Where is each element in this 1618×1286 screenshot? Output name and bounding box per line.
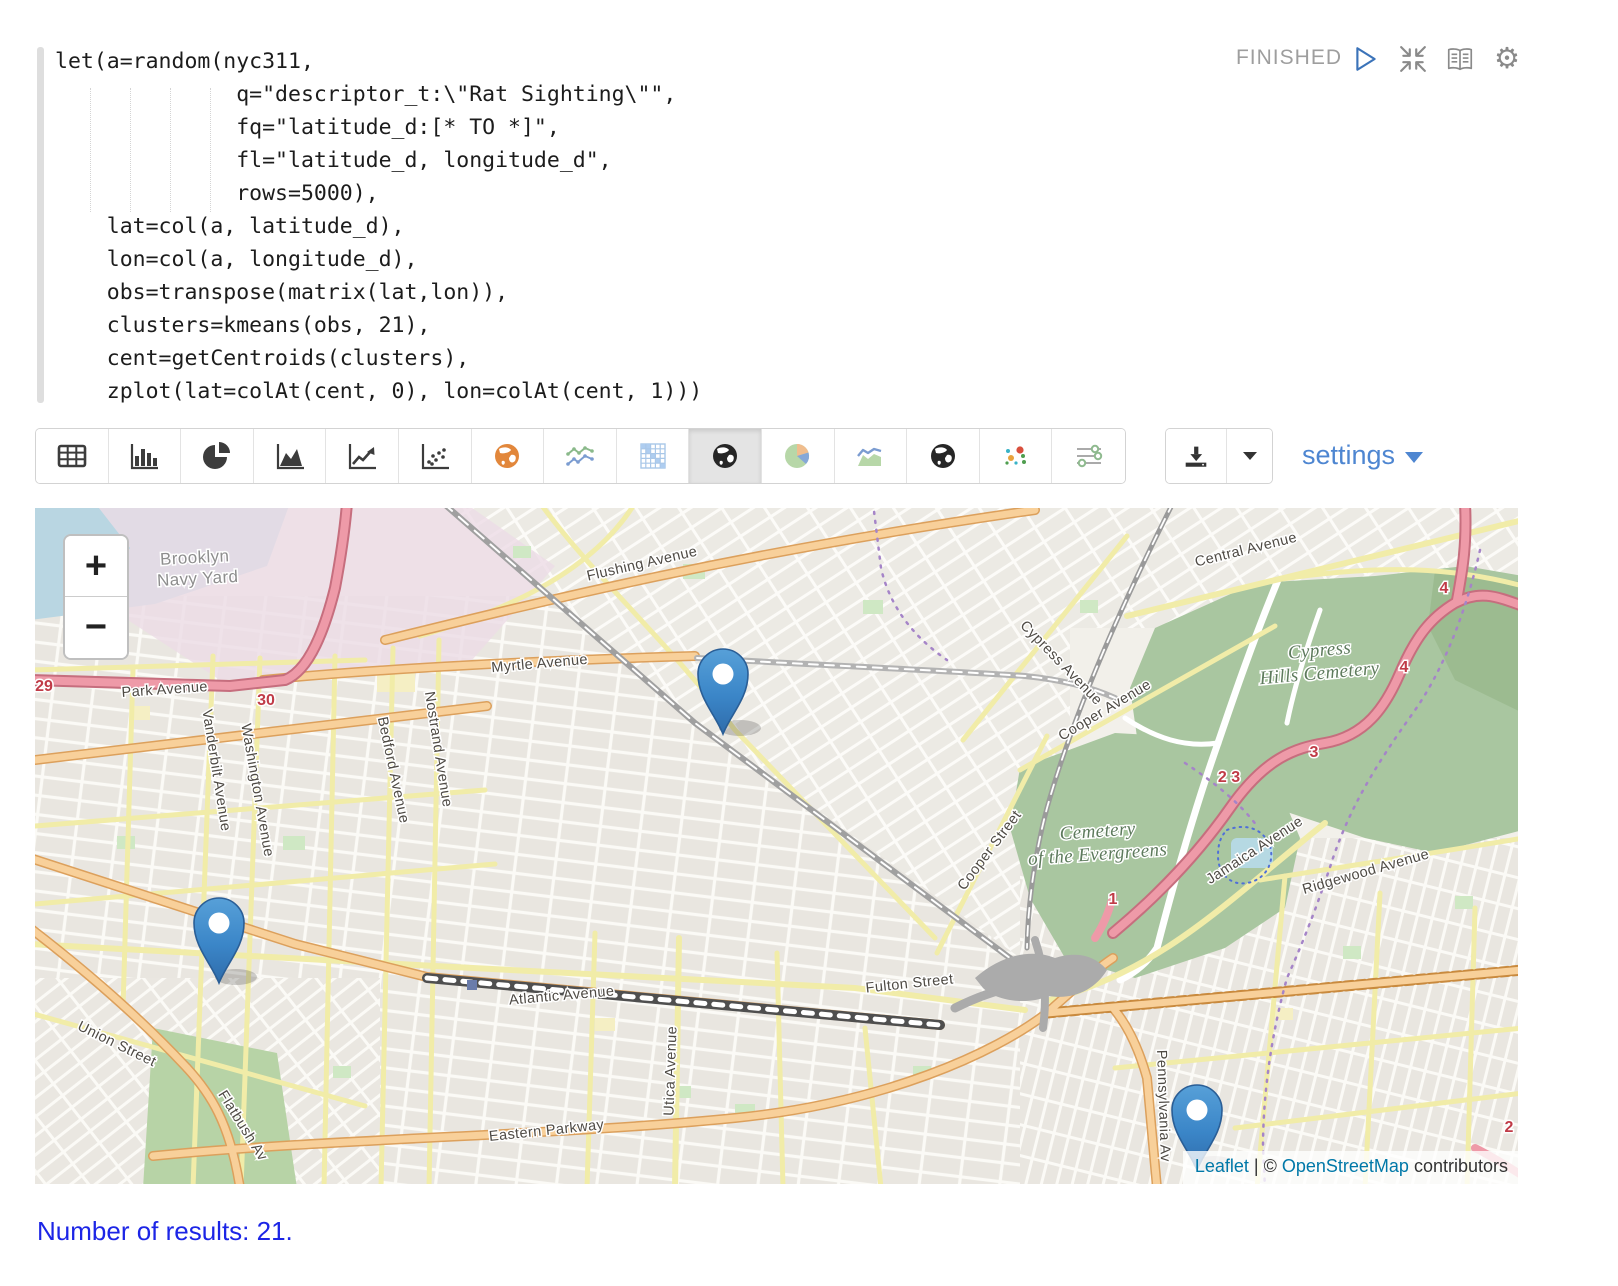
leaflet-link[interactable]: Leaflet bbox=[1195, 1156, 1249, 1176]
viz-area-color-button[interactable] bbox=[835, 429, 908, 483]
download-icon bbox=[1181, 442, 1211, 470]
viz-area-chart-button[interactable] bbox=[254, 429, 327, 483]
result-count-text: Number of results: 21. bbox=[37, 1216, 293, 1247]
scatter-color-icon bbox=[999, 441, 1033, 471]
route-shield: 2 bbox=[1505, 1119, 1514, 1136]
route-shield: 2 3 bbox=[1218, 769, 1240, 786]
viz-multi-line-button[interactable] bbox=[544, 429, 617, 483]
scatter-chart-icon bbox=[418, 441, 452, 471]
bar-chart-icon bbox=[127, 441, 161, 471]
route-shield: 4 bbox=[1400, 659, 1409, 676]
indent-guide bbox=[170, 88, 171, 212]
viz-map-dark2-button[interactable] bbox=[907, 429, 980, 483]
globe-dark-icon bbox=[708, 441, 742, 471]
pie-chart-icon bbox=[200, 441, 234, 471]
download-button-group bbox=[1165, 428, 1273, 484]
run-play-icon[interactable] bbox=[1351, 44, 1381, 74]
route-shield: 4 bbox=[1440, 580, 1449, 597]
zoom-in-button[interactable]: + bbox=[65, 536, 127, 597]
map-canvas[interactable]: Brooklyn Navy Yard Park Avenue Flushing … bbox=[35, 508, 1518, 1184]
indent-guide bbox=[90, 88, 91, 212]
table-icon bbox=[55, 441, 89, 471]
viz-sliders-button[interactable] bbox=[1052, 429, 1125, 483]
line-chart-icon bbox=[345, 441, 379, 471]
route-shield: 29 bbox=[35, 678, 53, 695]
gear-icon[interactable]: ⚙ bbox=[1492, 44, 1522, 74]
pie-color-icon bbox=[781, 441, 815, 471]
map-label-utica-avenue: Utica Avenue bbox=[661, 1026, 680, 1116]
area-chart-icon bbox=[273, 441, 307, 471]
viz-scatter-color-button[interactable] bbox=[980, 429, 1053, 483]
copyright-symbol: © bbox=[1264, 1156, 1277, 1176]
indent-guide bbox=[130, 88, 131, 212]
route-shield: 30 bbox=[257, 692, 275, 709]
settings-toggle[interactable]: settings bbox=[1302, 440, 1423, 471]
viz-grid-matrix-button[interactable] bbox=[617, 429, 690, 483]
settings-label: settings bbox=[1302, 440, 1395, 471]
download-caret-button[interactable] bbox=[1227, 429, 1272, 483]
download-button[interactable] bbox=[1166, 429, 1227, 483]
code-editor[interactable]: let(a=random(nyc311, q="descriptor_t:\"R… bbox=[55, 45, 702, 408]
contributors-text: contributors bbox=[1414, 1156, 1508, 1176]
grid-matrix-icon bbox=[636, 441, 670, 471]
viz-scatter-chart-button[interactable] bbox=[399, 429, 472, 483]
map-zoom-control: + − bbox=[63, 534, 129, 660]
chevron-down-icon bbox=[1405, 452, 1423, 463]
openstreetmap-link[interactable]: OpenStreetMap bbox=[1282, 1156, 1409, 1176]
collapse-icon[interactable] bbox=[1398, 44, 1428, 74]
viz-map-dark-button[interactable] bbox=[689, 429, 762, 483]
sliders-icon bbox=[1072, 441, 1106, 471]
route-shield: 3 bbox=[1310, 744, 1319, 761]
area-color-icon bbox=[853, 441, 887, 471]
status-badge: FINISHED bbox=[1236, 46, 1342, 70]
viz-pie-color-button[interactable] bbox=[762, 429, 835, 483]
visualization-toolbar bbox=[35, 428, 1126, 484]
zeppelin-paragraph: let(a=random(nyc311, q="descriptor_t:\"R… bbox=[0, 0, 1618, 1286]
viz-map-orange-button[interactable] bbox=[472, 429, 545, 483]
viz-table-button[interactable] bbox=[36, 429, 109, 483]
map-label-brooklyn-navy-yard: Brooklyn bbox=[160, 546, 230, 569]
viz-line-chart-button[interactable] bbox=[326, 429, 399, 483]
globe-orange-icon bbox=[490, 441, 524, 471]
route-shield: 1 bbox=[1109, 891, 1118, 908]
map-container: Brooklyn Navy Yard Park Avenue Flushing … bbox=[35, 508, 1518, 1184]
zoom-out-button[interactable]: − bbox=[65, 597, 127, 658]
indent-guide bbox=[210, 88, 211, 212]
paragraph-controls: ⚙ bbox=[1351, 44, 1522, 74]
viz-bar-chart-button[interactable] bbox=[109, 429, 182, 483]
viz-pie-chart-button[interactable] bbox=[181, 429, 254, 483]
map-attribution: Leaflet | © OpenStreetMap contributors bbox=[1183, 1151, 1518, 1184]
chevron-down-icon bbox=[1242, 451, 1258, 461]
book-icon[interactable] bbox=[1445, 44, 1475, 74]
multi-line-chart-icon bbox=[563, 441, 597, 471]
attribution-divider: | bbox=[1254, 1156, 1259, 1176]
globe-dark2-icon bbox=[926, 441, 960, 471]
code-gutter bbox=[37, 47, 44, 403]
